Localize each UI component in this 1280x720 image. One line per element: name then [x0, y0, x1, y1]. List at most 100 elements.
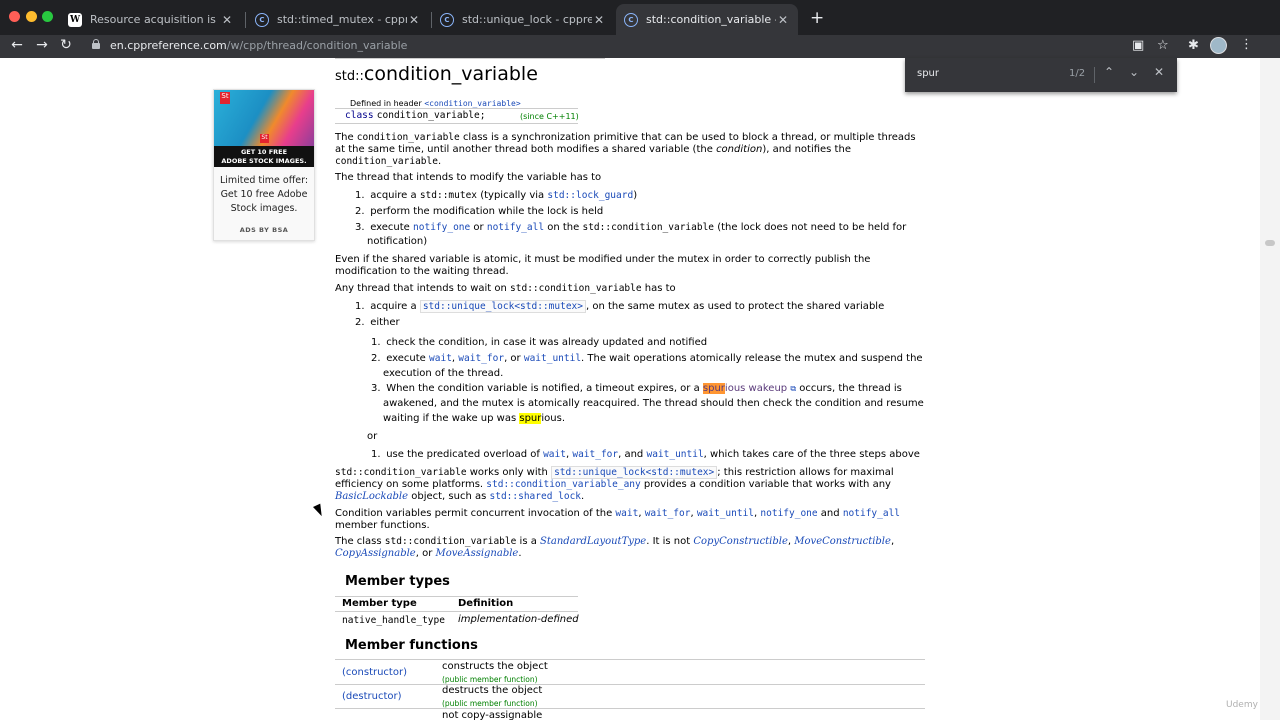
notify-one-link[interactable]: notify_one	[760, 508, 817, 519]
wait-for-link[interactable]: wait_for	[458, 353, 504, 364]
find-next-icon[interactable]: ⌄	[1129, 65, 1139, 79]
bookmark-star-icon[interactable]: ☆	[1157, 38, 1169, 53]
lock-icon	[92, 39, 100, 49]
unique-lock-link[interactable]: std::unique_lock<std::mutex>	[551, 466, 718, 479]
ads-by-bsa-link[interactable]: ADS BY BSA	[214, 226, 314, 234]
text: , or	[415, 548, 433, 559]
notify-one-link[interactable]: notify_one	[413, 222, 470, 233]
list-number: 2.	[371, 353, 381, 364]
window-minimize-button[interactable]	[26, 11, 37, 22]
constructor-link[interactable]: (constructor)	[342, 667, 407, 679]
extensions-icon[interactable]: ✱	[1188, 38, 1199, 53]
browser-toolbar: ← → ↻ en.cppreference.com/w/cpp/thread/c…	[0, 35, 1280, 58]
standard-layout-type-link[interactable]: StandardLayoutType	[540, 536, 646, 547]
unique-lock-link[interactable]: std::unique_lock<std::mutex>	[419, 300, 586, 313]
text: perform the modification while the lock …	[370, 206, 604, 217]
text: class is a synchronization primitive tha…	[462, 132, 916, 143]
close-icon[interactable]: ✕	[220, 13, 234, 27]
wait-link[interactable]: wait	[615, 508, 638, 519]
move-assignable-link[interactable]: MoveAssignable	[436, 548, 519, 559]
text: ,	[451, 353, 456, 364]
list-item-continuation: notification)	[367, 236, 428, 247]
basic-lockable-link[interactable]: BasicLockable	[335, 491, 408, 502]
copy-assignable-link[interactable]: CopyAssignable	[335, 548, 416, 559]
text: object, such as	[411, 491, 487, 502]
find-previous-icon[interactable]: ⌃	[1104, 65, 1114, 79]
find-close-icon[interactable]: ✕	[1154, 65, 1164, 79]
condition-variable-any-link[interactable]: std::condition_variable_any	[486, 479, 640, 490]
tab-raii[interactable]: W Resource acquisition is initializ ✕	[60, 4, 242, 35]
wait-link[interactable]: wait	[429, 353, 452, 364]
code: std::condition_variable	[384, 536, 517, 547]
header-link[interactable]: <condition_variable>	[424, 99, 520, 108]
since-badge: (since C++11)	[520, 112, 579, 121]
divider	[335, 611, 578, 612]
divider	[335, 596, 578, 597]
close-icon[interactable]: ✕	[592, 13, 606, 27]
cppreference-icon: C	[624, 12, 638, 27]
tab-unique-lock[interactable]: C std::unique_lock - cppreferenc ✕	[432, 4, 614, 35]
destructor-link[interactable]: (destructor)	[342, 691, 402, 703]
scrollbar-track[interactable]	[1260, 58, 1280, 720]
wait-for-link[interactable]: wait_for	[572, 449, 618, 460]
cppreference-icon: C	[440, 12, 454, 27]
notify-all-link[interactable]: notify_all	[843, 508, 900, 519]
wait-link[interactable]: wait	[543, 449, 566, 460]
tab-timed-mutex[interactable]: C std::timed_mutex - cppreferen ✕	[247, 4, 429, 35]
cppreference-icon: C	[255, 12, 269, 27]
window-close-button[interactable]	[9, 11, 20, 22]
wikipedia-icon: W	[68, 12, 82, 27]
text: provides a condition variable that works…	[643, 479, 891, 490]
new-tab-button[interactable]: +	[810, 8, 824, 28]
concurrent-paragraph: Condition variables permit concurrent in…	[335, 508, 925, 532]
copy-constructible-link[interactable]: CopyConstructible	[693, 536, 788, 547]
find-highlight: spur	[519, 413, 542, 424]
find-input[interactable]: spur	[917, 68, 939, 79]
text: , and	[618, 449, 644, 460]
text: on the	[547, 222, 580, 233]
list-item: 3. execute notify_one or notify_all on t…	[355, 222, 906, 234]
text: execute	[386, 353, 426, 364]
text: (typically via	[480, 190, 545, 201]
profile-avatar[interactable]	[1210, 37, 1227, 54]
close-icon[interactable]: ✕	[776, 13, 790, 27]
menu-icon[interactable]: ⋮	[1240, 37, 1253, 52]
lock-guard-link[interactable]: std::lock_guard	[547, 190, 633, 201]
document-icon[interactable]: ▣	[1132, 38, 1144, 53]
text: occurs, the thread is	[799, 383, 902, 394]
text: ,	[690, 508, 694, 519]
notify-all-link[interactable]: notify_all	[487, 222, 544, 233]
move-constructible-link[interactable]: MoveConstructible	[794, 536, 891, 547]
advertisement[interactable]: St St GET 10 FREE ADOBE STOCK IMAGES. Li…	[213, 89, 315, 241]
text: works only with	[469, 467, 548, 478]
find-bar: spur 1/2 ⌃ ⌄ ✕	[905, 58, 1177, 92]
text: ious.	[541, 413, 565, 424]
wait-for-link[interactable]: wait_for	[645, 508, 691, 519]
text: Any thread that intends to wait on	[335, 283, 507, 294]
list-item: 1. acquire a std::unique_lock<std::mutex…	[355, 300, 884, 313]
text: use the predicated overload of	[386, 449, 540, 460]
tab-condition-variable[interactable]: C std::condition_variable - cppre ✕	[616, 4, 798, 35]
address-bar[interactable]: en.cppreference.com/w/cpp/thread/conditi…	[110, 39, 407, 52]
text: efficiency on some platforms.	[335, 479, 484, 490]
back-icon[interactable]: ←	[9, 37, 25, 53]
wait-until-link[interactable]: wait_until	[646, 449, 703, 460]
shared-lock-link[interactable]: std::shared_lock	[490, 491, 582, 502]
text: .	[518, 548, 522, 559]
code: condition_variable	[335, 156, 438, 167]
close-icon[interactable]: ✕	[407, 13, 421, 27]
reload-icon[interactable]: ↻	[58, 37, 74, 53]
text: The	[335, 132, 354, 143]
spurious-wakeup-link[interactable]: spurious wakeup	[702, 383, 787, 394]
title-main: condition_variable	[363, 63, 538, 85]
external-link-icon: ⧉	[790, 384, 797, 393]
wait-until-link[interactable]: wait_until	[697, 508, 754, 519]
tab-title: Resource acquisition is initializ	[90, 13, 220, 26]
forward-icon[interactable]: →	[34, 37, 50, 53]
window-zoom-button[interactable]	[42, 11, 53, 22]
sub-list-item: 2. execute wait, wait_for, or wait_until…	[371, 353, 923, 365]
list-number: 1.	[371, 337, 381, 348]
wait-until-link[interactable]: wait_until	[524, 353, 581, 364]
scrollbar-thumb[interactable]	[1265, 240, 1275, 246]
divider	[1094, 67, 1095, 83]
